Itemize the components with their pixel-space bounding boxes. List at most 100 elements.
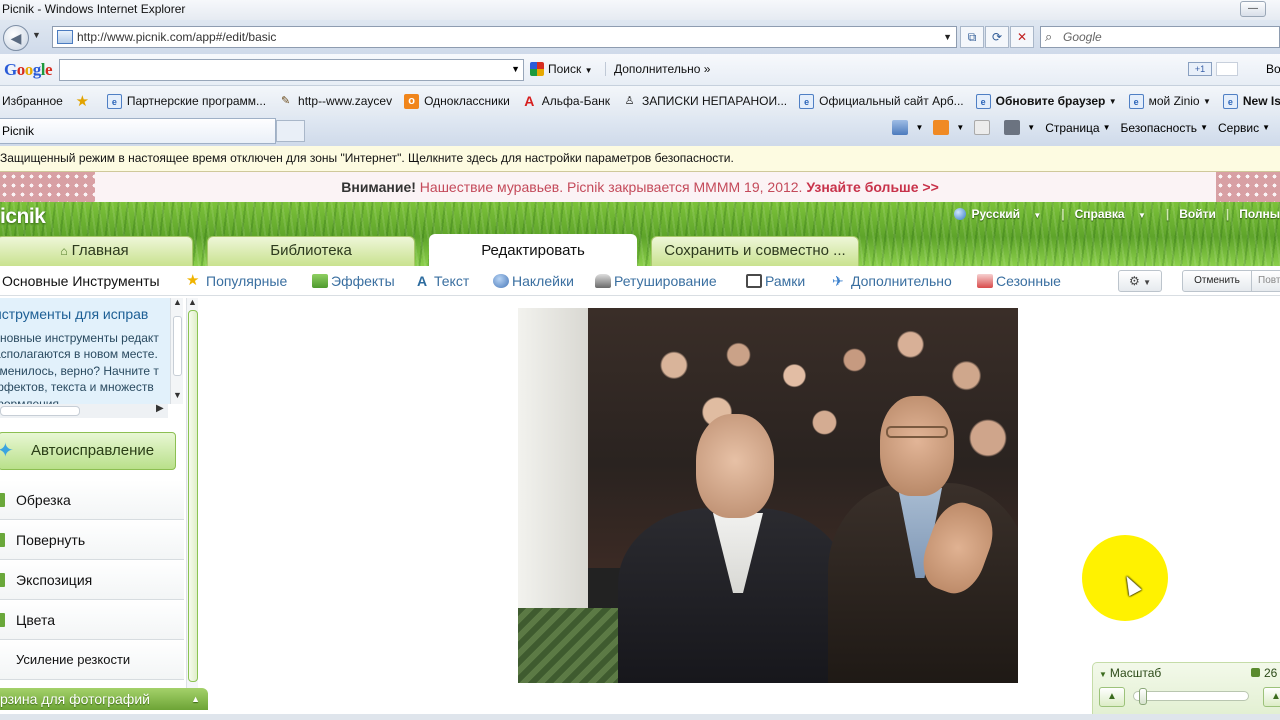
learn-more-link[interactable]: Узнайте больше >> — [806, 179, 938, 195]
full-screen-link[interactable]: Полны — [1239, 207, 1280, 221]
address-toolbar: ◀ ▼ http://www.picnik.com/app#/edit/basi… — [0, 20, 1280, 54]
google-search-dropdown-icon[interactable]: ▼ — [511, 64, 520, 74]
favorite-link[interactable]: eNew Issu — [1222, 93, 1280, 109]
back-button[interactable]: ◀ — [3, 25, 29, 51]
plus-one-button[interactable]: +1 — [1188, 62, 1212, 76]
info-box-hscrollbar[interactable]: ▶ — [0, 403, 168, 418]
ie-page-icon: e — [1222, 93, 1238, 109]
home-button[interactable]: ▼ — [892, 120, 923, 135]
zoom-slider[interactable] — [1133, 688, 1249, 705]
google-toolbar: Google ▼ Поиск ▼ Дополнительно » +1 Во — [0, 54, 1280, 86]
search-placeholder: Google — [1063, 30, 1102, 44]
zoom-slider-handle[interactable] — [1139, 688, 1147, 705]
mail-button[interactable] — [974, 120, 994, 135]
help-menu[interactable]: Справка ▼ — [1075, 207, 1156, 221]
photo-face — [696, 414, 774, 518]
tab-home[interactable]: ⌂ Главная — [0, 236, 193, 266]
refresh-icon[interactable]: ⟳ — [985, 26, 1009, 48]
search-input[interactable]: ⌕ Google — [1040, 26, 1280, 48]
history-dropdown-icon[interactable]: ▼ — [32, 30, 41, 40]
google-search-input[interactable]: ▼ — [59, 59, 524, 81]
tab-popular[interactable]: ★ Популярные — [186, 273, 287, 289]
zoom-out-button[interactable]: ▲ — [1099, 687, 1125, 707]
exposure-icon — [0, 573, 5, 587]
favorite-link[interactable]: e Официальный сайт Арб... — [799, 93, 964, 109]
ie-page-icon: e — [799, 93, 815, 109]
favorite-link[interactable]: ✎ http--www.zaycev — [278, 94, 392, 109]
photo-basket-toggle[interactable]: рзина для фотографий ▲ — [0, 688, 208, 710]
favorites-button[interactable]: Избранное — [2, 94, 63, 108]
feeds-button[interactable]: ▼ — [933, 120, 964, 135]
scroll-up-icon[interactable]: ▲ — [173, 297, 182, 307]
pin-icon: ✈ — [832, 273, 844, 289]
tools-panel-scrollbar[interactable]: ▲ — [186, 297, 198, 692]
page-menu[interactable]: Страница ▼ — [1045, 121, 1110, 135]
plus-one-count — [1216, 62, 1238, 76]
info-box-scrollbar[interactable]: ▲ ▼ — [170, 297, 183, 404]
address-bar[interactable]: http://www.picnik.com/app#/edit/basic ▼ — [52, 26, 957, 48]
tool-crop[interactable]: Обрезка — [0, 480, 184, 520]
window-control-button[interactable]: — — [1240, 1, 1266, 17]
stop-icon[interactable]: ✕ — [1010, 26, 1034, 48]
favorite-link[interactable]: o Одноклассники — [404, 93, 510, 109]
google-logo[interactable]: Google — [4, 60, 53, 80]
tab-seasonal[interactable]: Сезонные — [977, 273, 1061, 289]
scroll-thumb[interactable] — [188, 310, 198, 682]
edit-tool-tabs: Основные Инструменты ★ Популярные Эффекты… — [0, 266, 1280, 296]
language-menu[interactable]: Русский ▼ — [954, 207, 1051, 221]
tool-colors[interactable]: Цвета — [0, 600, 184, 640]
tool-rotate[interactable]: Повернуть — [0, 520, 184, 560]
scroll-up-icon[interactable]: ▲ — [188, 297, 197, 307]
add-favorite-button[interactable]: ★ — [75, 94, 95, 109]
tab-stickers[interactable]: Наклейки — [493, 273, 574, 289]
tab-frames[interactable]: Рамки — [746, 273, 805, 289]
safety-menu[interactable]: Безопасность ▼ — [1121, 121, 1208, 135]
favorite-link[interactable]: ♙ ЗАПИСКИ НЕПАРАНОИ... — [622, 94, 788, 109]
sticker-icon — [493, 274, 509, 288]
auto-fix-button[interactable]: ✦ Автоисправление — [0, 432, 176, 470]
tab-save-share[interactable]: Сохранить и совместно ... — [651, 236, 859, 266]
photo-canvas[interactable] — [518, 308, 1018, 683]
tab-text[interactable]: A Текст — [417, 273, 469, 289]
info-box-title: нструменты для исправ — [0, 306, 149, 322]
lock-icon — [1251, 668, 1260, 677]
new-tab-button[interactable] — [276, 120, 305, 142]
compat-view-icon[interactable]: ⧉ — [960, 26, 984, 48]
print-icon — [1004, 120, 1021, 135]
notice-prefix: Внимание! — [341, 179, 416, 195]
page-icon — [57, 30, 73, 44]
security-info-bar[interactable]: Защищенный режим в настоящее время отклю… — [0, 146, 1280, 172]
print-button[interactable]: ▼ — [1004, 120, 1035, 135]
picnik-logo[interactable]: icnik — [0, 205, 46, 229]
scroll-thumb[interactable] — [0, 406, 80, 416]
scroll-right-icon[interactable]: ▶ — [156, 403, 164, 414]
scroll-down-icon[interactable]: ▼ — [173, 390, 182, 400]
tab-library[interactable]: Библиотека — [207, 236, 415, 266]
photo-glasses — [886, 426, 948, 438]
undo-button[interactable]: Отменить — [1182, 270, 1252, 292]
tab-advanced[interactable]: ✈ Дополнительно — [832, 273, 952, 289]
zoom-in-button[interactable]: ▲ — [1263, 687, 1280, 707]
scroll-thumb[interactable] — [173, 316, 182, 376]
favorite-link[interactable]: e Обновите браузер ▼ — [975, 93, 1117, 109]
tab-effects[interactable]: Эффекты — [312, 273, 395, 289]
tab-edit[interactable]: Редактировать — [429, 234, 637, 266]
tools-menu[interactable]: Сервис ▼ — [1218, 121, 1270, 135]
zoom-label[interactable]: ▼ Масштаб — [1099, 666, 1161, 680]
address-dropdown-icon[interactable]: ▼ — [943, 27, 952, 47]
tab-basic-tools[interactable]: Основные Инструменты — [2, 273, 160, 289]
settings-button[interactable]: ⚙ ▼ — [1118, 270, 1162, 292]
tab-retouch[interactable]: Ретуширование — [595, 273, 717, 289]
google-search-button[interactable]: Поиск ▼ — [530, 62, 593, 76]
favorite-link[interactable]: e мой Zinio ▼ — [1128, 93, 1211, 109]
login-link[interactable]: Войти — [1179, 207, 1216, 221]
tools-info-box: нструменты для исправ сновные инструмент… — [0, 298, 170, 404]
favorite-link[interactable]: A Альфа-Банк — [522, 93, 610, 109]
tool-sharpen[interactable]: Усиление резкости — [0, 640, 184, 680]
favorite-link[interactable]: e Партнерские программ... — [106, 93, 266, 109]
google-user-label[interactable]: Во — [1266, 62, 1280, 76]
google-more-button[interactable]: Дополнительно » — [605, 62, 710, 76]
browser-tab[interactable]: Picnik — [0, 118, 276, 144]
redo-button[interactable]: Повт — [1252, 270, 1280, 292]
tool-exposure[interactable]: Экспозиция — [0, 560, 184, 600]
